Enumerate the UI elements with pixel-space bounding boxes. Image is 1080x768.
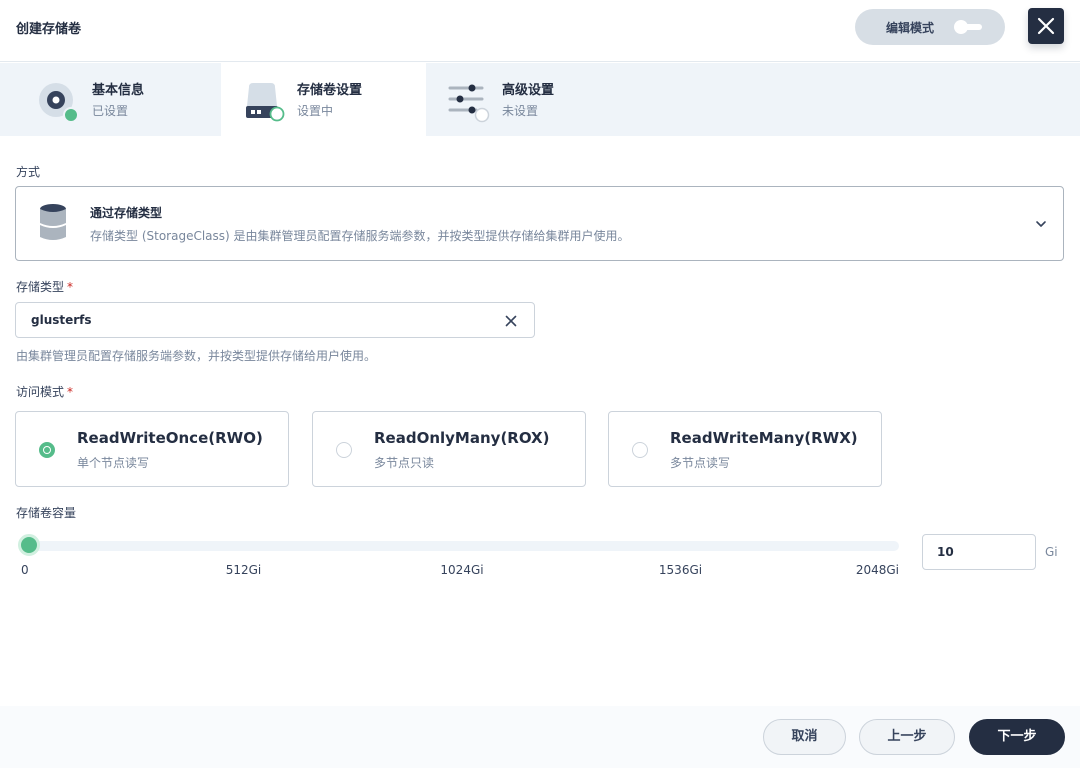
capacity-value: 10 [937,545,954,559]
capacity-input[interactable]: 10 [922,534,1036,570]
radio-rwo[interactable] [39,442,55,458]
slider-mark-2048: 2048Gi [855,563,899,577]
tab-advanced-settings-title: 高级设置 [502,83,555,98]
storage-class-label: 存储类型 * [16,280,74,294]
tab-advanced-settings-status: 未设置 [502,104,539,118]
edit-mode-label: 编辑模式 [886,21,935,35]
storage-class-hint: 由集群管理员配置存储服务端参数，并按类型提供存储给用户使用。 [16,349,377,363]
sliders-icon [448,84,490,123]
capacity-slider[interactable] [25,541,899,551]
method-title: 通过存储类型 [90,206,163,220]
method-select[interactable]: 通过存储类型 存储类型 (StorageClass) 是由集群管理员配置存储服务… [15,186,1064,261]
slider-mark-512: 512Gi [225,563,262,577]
method-label: 方式 [16,165,41,179]
method-description: 存储类型 (StorageClass) 是由集群管理员配置存储服务端参数，并按类… [90,229,630,243]
radio-rox[interactable] [336,442,352,458]
disk-icon [39,83,79,123]
capacity-slider-handle[interactable] [18,534,41,556]
slider-mark-1024: 1024Gi [440,563,484,577]
access-mode-rwx[interactable]: ReadWriteMany(RWX) 多节点读写 [608,411,882,487]
capacity-label: 存储卷容量 [16,506,77,520]
toggle-switch-icon [954,20,982,34]
capacity-unit: Gi [1045,545,1058,559]
close-button[interactable] [1028,8,1064,44]
access-mode-rwx-subtitle: 多节点读写 [670,456,731,470]
edit-mode-toggle[interactable]: 编辑模式 [855,9,1005,45]
next-button[interactable]: 下一步 [969,719,1065,755]
slider-mark-0: 0 [21,563,29,577]
access-mode-rox[interactable]: ReadOnlyMany(ROX) 多节点只读 [312,411,586,487]
radio-rwx[interactable] [632,442,648,458]
cancel-button[interactable]: 取消 [763,719,846,755]
tab-basic-info-status: 已设置 [92,104,129,118]
chevron-down-icon [1036,221,1046,227]
slider-mark-1536: 1536Gi [658,563,703,577]
storage-class-value: glusterfs [31,313,92,327]
storage-class-select[interactable]: glusterfs [15,302,535,338]
modal-title: 创建存储卷 [16,22,82,37]
access-mode-rox-title: ReadOnlyMany(ROX) [374,429,550,447]
tab-volume-settings-title: 存储卷设置 [297,83,363,98]
tab-volume-settings[interactable]: 存储卷设置 设置中 [221,63,426,136]
modal-footer: 取消 上一步 下一步 [0,706,1080,768]
step-tabs: 基本信息 已设置 存储卷设置 设置中 高级设置 未设置 [0,63,1080,136]
access-mode-rwx-title: ReadWriteMany(RWX) [670,429,858,447]
database-icon [40,204,66,240]
modal-header: 创建存储卷 编辑模式 [0,0,1080,62]
tab-basic-info-title: 基本信息 [92,83,145,98]
access-mode-rwo-subtitle: 单个节点读写 [77,456,150,470]
tab-advanced-settings[interactable]: 高级设置 未设置 [426,63,626,136]
tab-basic-info[interactable]: 基本信息 已设置 [0,63,221,136]
access-mode-rox-subtitle: 多节点只读 [374,456,435,470]
access-mode-label: 访问模式 * [16,385,74,399]
prev-button[interactable]: 上一步 [859,719,955,755]
clear-icon[interactable] [504,314,518,328]
access-mode-rwo-title: ReadWriteOnce(RWO) [77,429,263,447]
close-icon [1037,17,1055,35]
access-mode-rwo[interactable]: ReadWriteOnce(RWO) 单个节点读写 [15,411,289,487]
tab-volume-settings-status: 设置中 [297,104,334,118]
drive-icon [246,83,285,122]
